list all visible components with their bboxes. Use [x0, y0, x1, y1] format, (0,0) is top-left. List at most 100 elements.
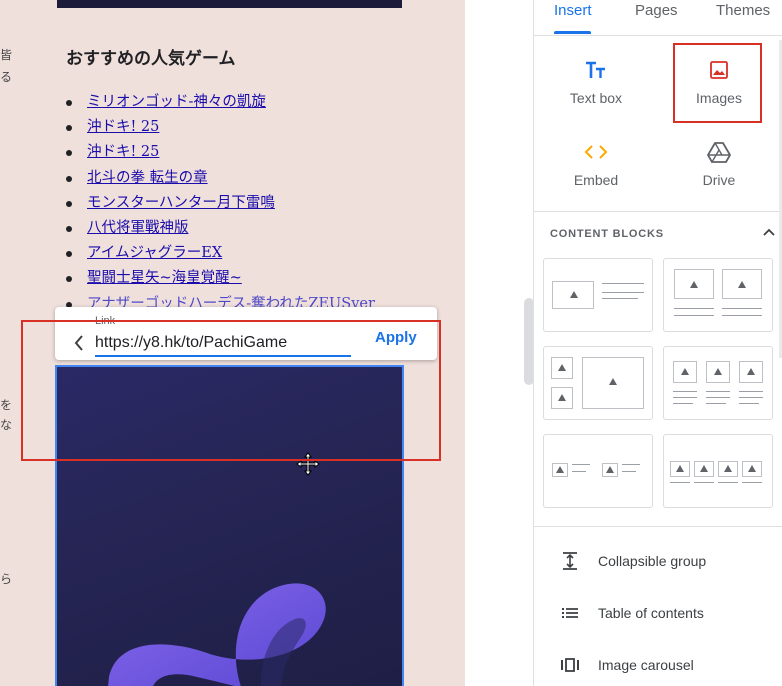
text-line — [572, 464, 590, 465]
insert-text-box[interactable]: Text box — [541, 58, 651, 106]
text-line — [602, 283, 644, 284]
mountain-icon — [606, 466, 614, 473]
text-line — [674, 308, 714, 309]
insert-drive-label: Drive — [702, 172, 736, 188]
clipped-text: ら — [0, 572, 13, 586]
content-block-5[interactable] — [543, 434, 653, 508]
text-line — [706, 391, 730, 392]
content-block-1[interactable] — [543, 258, 653, 332]
game-link[interactable]: 北斗の拳 転生の章 — [87, 170, 208, 186]
insert-embed[interactable]: Embed — [541, 140, 651, 188]
mountain-icon — [700, 465, 708, 472]
text-line — [572, 471, 586, 472]
mountain-icon — [714, 368, 722, 375]
text-line — [718, 482, 738, 483]
insert-embed-label: Embed — [573, 172, 619, 188]
list-item: ミリオンゴッド-神々の凱旋 — [66, 90, 375, 115]
game-link[interactable]: 聖闘士星矢~海皇覚醒~ — [87, 270, 242, 286]
list-item: 沖ドキ! 25 — [66, 140, 375, 165]
mountain-icon — [747, 368, 755, 375]
content-block-6[interactable] — [663, 434, 773, 508]
mountain-icon — [748, 465, 756, 472]
mountain-icon — [558, 394, 566, 401]
text-line — [722, 308, 762, 309]
game-list: ミリオンゴッド-神々の凱旋 沖ドキ! 25 沖ドキ! 25 北斗の拳 転生の章 … — [66, 90, 375, 317]
section-heading: おすすめの人気ゲーム — [66, 49, 236, 69]
mountain-icon — [676, 465, 684, 472]
list-item: 沖ドキ! 25 — [66, 115, 375, 140]
list-item: 八代将軍戰神版 — [66, 216, 375, 241]
content-block-2[interactable] — [663, 258, 773, 332]
mountain-icon — [738, 281, 746, 288]
tab-insert[interactable]: Insert — [554, 2, 592, 19]
image-carousel-icon — [561, 658, 579, 672]
game-link[interactable]: ミリオンゴッド-神々の凱旋 — [87, 94, 266, 110]
clipped-text: な — [0, 418, 13, 432]
text-line — [742, 482, 762, 483]
collapsible-group-label: Collapsible group — [598, 553, 707, 569]
text-line — [674, 315, 714, 316]
game-link[interactable]: 沖ドキ! 25 — [87, 144, 159, 160]
text-line — [673, 391, 697, 392]
content-block-4[interactable] — [663, 346, 773, 420]
highlight-box-images — [673, 43, 762, 123]
divider — [534, 211, 782, 212]
text-line — [739, 391, 763, 392]
content-blocks-title: CONTENT BLOCKS — [550, 228, 664, 240]
game-link[interactable]: モンスターハンター月下雷鳴 — [87, 195, 275, 211]
text-line — [706, 403, 726, 404]
text-line — [722, 315, 762, 316]
mountain-icon — [558, 364, 566, 371]
list-item: アイムジャグラーEX — [66, 241, 375, 266]
text-line — [622, 471, 636, 472]
tab-pages[interactable]: Pages — [635, 2, 678, 19]
text-line — [694, 482, 714, 483]
text-line — [673, 397, 697, 398]
chevron-up-icon[interactable] — [762, 225, 776, 239]
insert-panel: Insert Pages Themes Text box Images Embe… — [533, 0, 782, 686]
mountain-icon — [724, 465, 732, 472]
app-root: 皆 る を な ら おすすめの人気ゲーム ミリオンゴッド-神々の凱旋 沖ドキ! … — [0, 0, 782, 686]
content-block-3[interactable] — [543, 346, 653, 420]
divider — [534, 526, 782, 527]
list-item: モンスターハンター月下雷鳴 — [66, 191, 375, 216]
list-item: 聖闘士星矢~海皇覚醒~ — [66, 266, 375, 291]
list-item: 北斗の拳 転生の章 — [66, 166, 375, 191]
text-line — [670, 482, 690, 483]
game-link[interactable]: 八代将軍戰神版 — [87, 220, 189, 236]
mountain-icon — [570, 291, 578, 298]
insert-text-box-label: Text box — [569, 90, 623, 106]
top-image-strip[interactable] — [57, 0, 402, 8]
insert-table-of-contents[interactable]: Table of contents — [534, 597, 782, 629]
clipped-text: を — [0, 398, 13, 412]
collapsible-group-icon — [563, 552, 577, 570]
text-line — [739, 403, 759, 404]
mountain-icon — [609, 378, 617, 385]
insert-drive[interactable]: Drive — [664, 140, 774, 188]
mountain-icon — [690, 281, 698, 288]
drive-icon — [707, 142, 731, 163]
embed-icon — [584, 145, 608, 159]
text-box-icon — [586, 61, 605, 78]
tab-themes[interactable]: Themes — [716, 2, 770, 19]
clipped-text: 皆 — [0, 48, 13, 62]
game-link[interactable]: 沖ドキ! 25 — [87, 119, 159, 135]
mountain-icon — [681, 368, 689, 375]
text-line — [602, 292, 644, 293]
panel-tabs: Insert Pages Themes — [534, 0, 782, 36]
text-line — [706, 397, 730, 398]
mountain-icon — [556, 466, 564, 473]
game-link[interactable]: アイムジャグラーEX — [87, 245, 222, 261]
highlight-box-link — [21, 320, 441, 461]
canvas-gutter — [465, 0, 533, 686]
insert-image-carousel[interactable]: Image carousel — [534, 649, 782, 681]
insert-collapsible-group[interactable]: Collapsible group — [534, 545, 782, 577]
text-line — [739, 397, 763, 398]
active-tab-indicator — [554, 31, 591, 34]
text-line — [673, 403, 693, 404]
image-carousel-label: Image carousel — [598, 657, 694, 673]
table-of-contents-icon — [562, 608, 578, 618]
text-line — [602, 298, 638, 299]
clipped-text: る — [0, 70, 13, 84]
table-of-contents-label: Table of contents — [598, 605, 704, 621]
